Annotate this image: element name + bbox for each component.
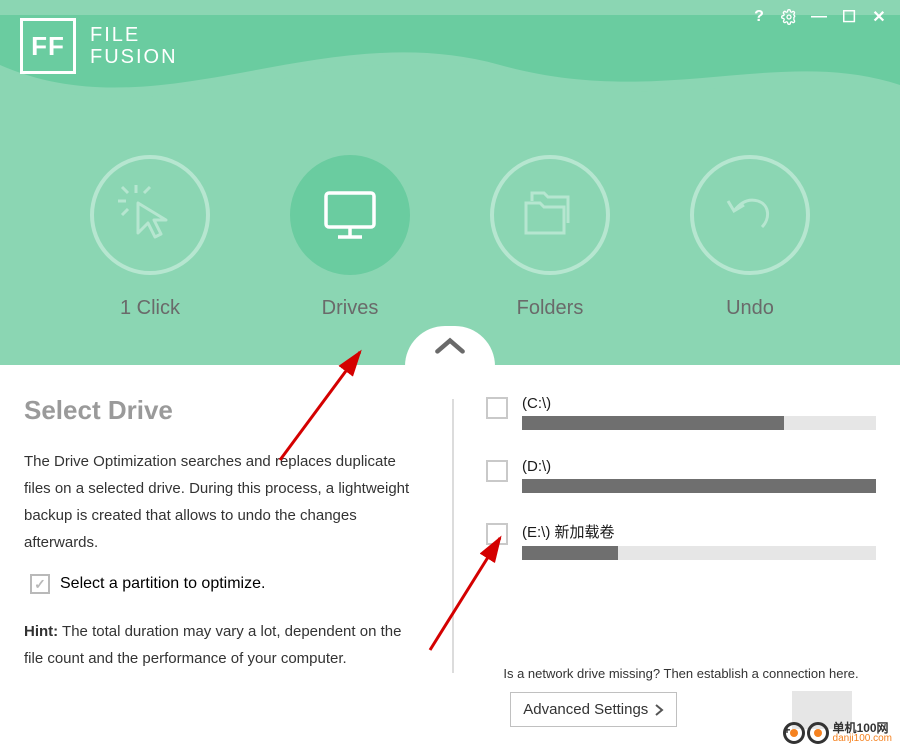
nav-label: Folders [470,297,630,320]
nav-item-oneclick[interactable]: 1 Click [70,155,230,320]
nav-label: Undo [670,297,830,320]
select-hint-row: ✓ Select a partition to optimize. [30,574,424,594]
nav-item-drives[interactable]: Drives [270,155,430,320]
nav-item-folders[interactable]: Folders [470,155,630,320]
select-hint-text: Select a partition to optimize. [60,575,265,593]
drive-row-d: (D:\) [486,458,876,493]
network-drive-hint[interactable]: Is a network drive missing? Then establi… [486,666,876,681]
gear-icon [781,9,797,25]
collapse-panel-button[interactable] [405,326,495,366]
watermark: + 单机100网 danji100.com [783,722,892,744]
drive-row-c: (C:\) [486,395,876,430]
drive-usage-fill [522,546,618,560]
nav-area: 1 Click Drives Folders [0,105,900,365]
hint-text: The total duration may vary a lot, depen… [24,623,401,667]
section-heading: Select Drive [24,395,424,426]
chevron-right-icon [654,703,664,717]
drives-column: (C:\) (D:\) (E:\) 新加载卷 Is a network driv… [462,395,876,733]
drive-usage-fill [522,479,876,493]
nav-item-undo[interactable]: Undo [670,155,830,320]
nav-label: Drives [270,297,430,320]
logo: FF FILE FUSION [20,18,178,74]
settings-button[interactable] [780,8,798,26]
drive-usage-bar [522,416,876,430]
watermark-eye-icon [807,722,829,744]
chevron-up-icon [432,332,468,360]
drive-label: (E:\) 新加载卷 [522,521,876,542]
checkmark-icon: ✓ [30,574,50,594]
vertical-divider [452,399,454,673]
drive-label: (C:\) [522,395,876,412]
drive-checkbox-e[interactable] [486,523,508,545]
nav-label: 1 Click [70,297,230,320]
advanced-settings-button[interactable]: Advanced Settings [510,692,677,727]
help-button[interactable]: ? [750,8,768,26]
app-title: FILE FUSION [90,24,178,68]
hint-label: Hint: [24,623,58,640]
drive-checkbox-c[interactable] [486,397,508,419]
drive-usage-bar [522,546,876,560]
undo-arrow-icon [718,183,782,247]
watermark-eye-icon: + [783,722,805,744]
info-column: Select Drive The Drive Optimization sear… [24,395,444,733]
hint-paragraph: Hint: The total duration may vary a lot,… [24,618,424,672]
drive-checkbox-d[interactable] [486,460,508,482]
minimize-button[interactable]: — [810,8,828,26]
drive-usage-fill [522,416,784,430]
drive-label: (D:\) [522,458,876,475]
cursor-click-icon [118,183,182,247]
description-text: The Drive Optimization searches and repl… [24,448,424,556]
logo-badge: FF [20,18,76,74]
drive-row-e: (E:\) 新加载卷 [486,521,876,560]
monitor-icon [318,183,382,247]
content-area: Select Drive The Drive Optimization sear… [0,365,900,745]
drive-usage-bar [522,479,876,493]
maximize-button[interactable]: ☐ [840,8,858,26]
folders-icon [518,183,582,247]
window-controls: ? — ☐ ✕ [750,8,888,26]
close-button[interactable]: ✕ [870,8,888,26]
advanced-settings-label: Advanced Settings [523,701,648,718]
watermark-url: danji100.com [833,734,892,744]
app-header: FF FILE FUSION ? — ☐ ✕ [0,0,900,105]
